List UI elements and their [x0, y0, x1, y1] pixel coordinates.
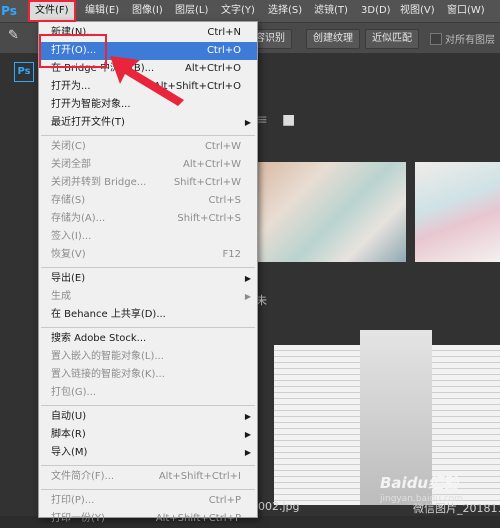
baidu-watermark: Baidu经验 jingyan.baidu.com: [380, 472, 498, 512]
callout-arrow-icon: [110, 56, 184, 106]
baidu-logo: Baidu经验: [380, 474, 459, 492]
watermark-url: jingyan.baidu.com: [380, 494, 464, 504]
